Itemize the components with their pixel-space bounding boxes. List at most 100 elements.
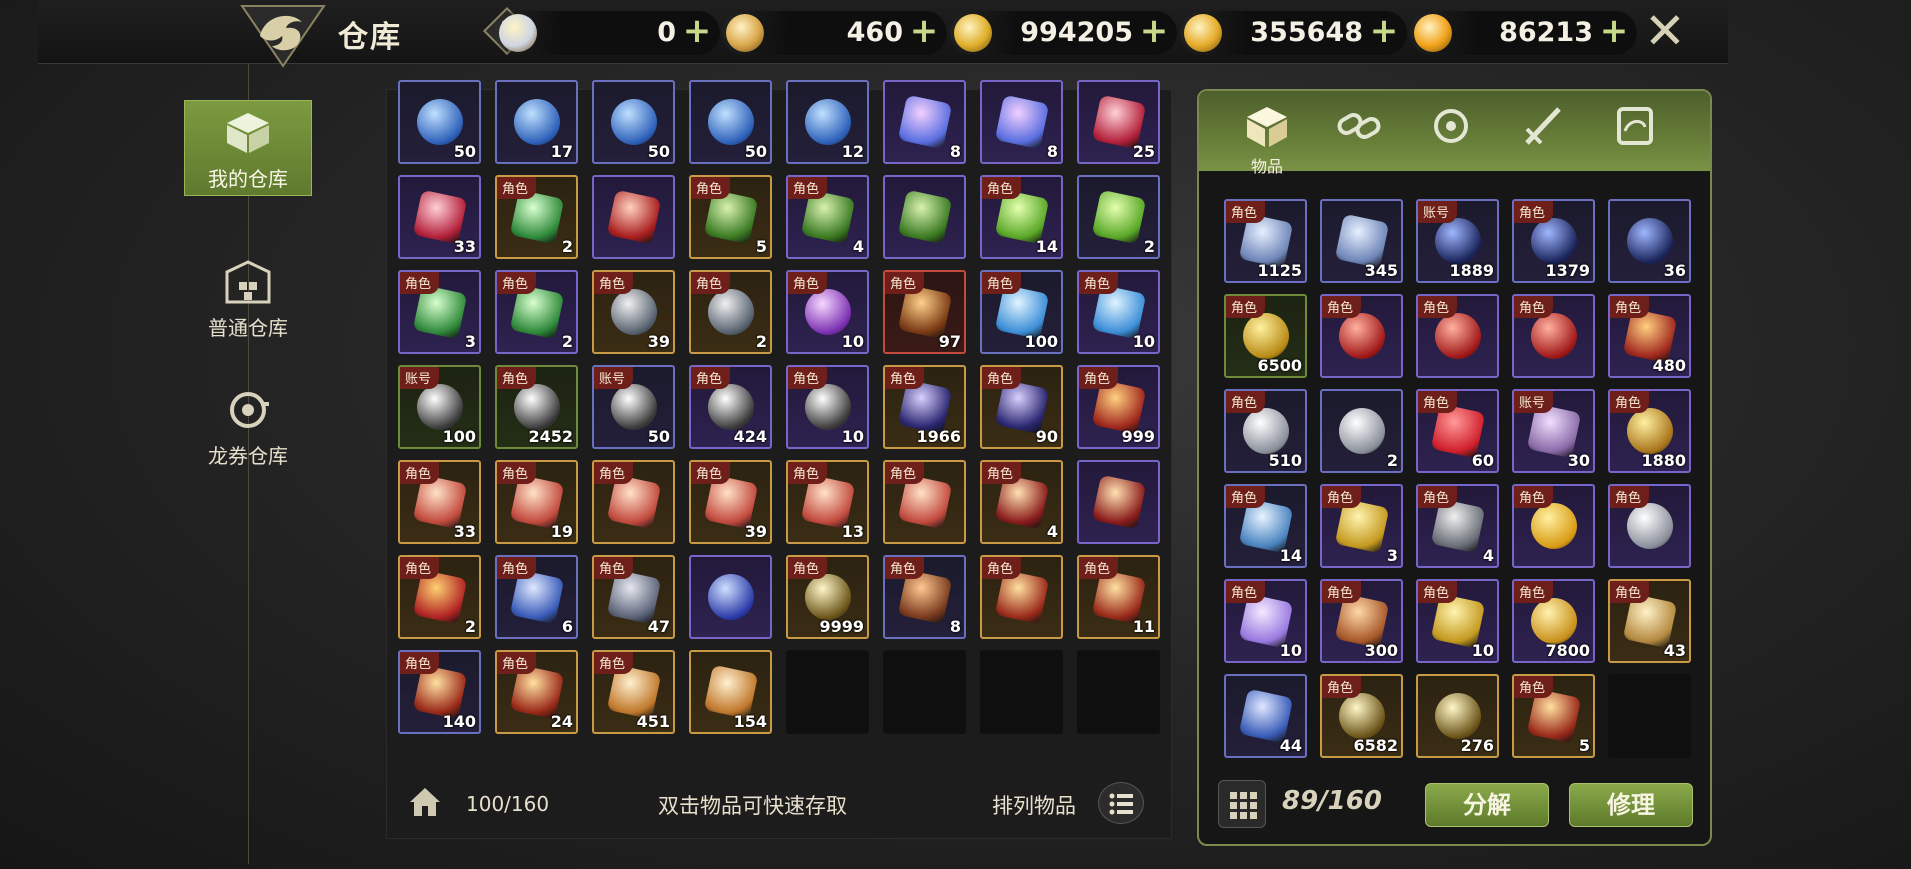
- item-slot[interactable]: 2: [1077, 175, 1160, 259]
- item-slot[interactable]: 角色 5: [1512, 674, 1595, 758]
- item-slot[interactable]: 角色 33: [398, 460, 481, 544]
- tab-weapon[interactable]: [1513, 101, 1573, 161]
- item-slot[interactable]: 角色 1880: [1608, 389, 1691, 473]
- item-slot[interactable]: 角色 97: [883, 270, 966, 354]
- item-slot[interactable]: 角色 1966: [883, 365, 966, 449]
- add-currency-button[interactable]: +: [1599, 14, 1629, 48]
- item-slot[interactable]: 角色: [1512, 294, 1595, 378]
- tab-scroll[interactable]: [1605, 101, 1665, 161]
- item-slot[interactable]: 角色 7800: [1512, 579, 1595, 663]
- repair-button[interactable]: 修理: [1569, 783, 1693, 827]
- item-slot[interactable]: 角色 424: [689, 365, 772, 449]
- item-slot[interactable]: 角色 39: [689, 460, 772, 544]
- item-slot[interactable]: 12: [786, 80, 869, 164]
- item-slot[interactable]: 角色 480: [1608, 294, 1691, 378]
- item-slot[interactable]: 44: [1224, 674, 1307, 758]
- item-slot[interactable]: 角色 10: [786, 365, 869, 449]
- home-icon[interactable]: [408, 786, 442, 818]
- item-slot[interactable]: 账号 100: [398, 365, 481, 449]
- item-slot[interactable]: 角色 451: [592, 650, 675, 734]
- sort-items-label[interactable]: 排列物品: [992, 790, 1076, 820]
- item-slot[interactable]: 角色 2: [495, 270, 578, 354]
- add-currency-button[interactable]: +: [909, 14, 939, 48]
- item-slot[interactable]: 角色: [980, 555, 1063, 639]
- item-slot[interactable]: 17: [495, 80, 578, 164]
- item-slot[interactable]: 角色 510: [1224, 389, 1307, 473]
- item-slot[interactable]: 角色 24: [495, 650, 578, 734]
- item-slot[interactable]: 角色 9999: [786, 555, 869, 639]
- decompose-button[interactable]: 分解: [1425, 783, 1549, 827]
- item-slot[interactable]: 50: [592, 80, 675, 164]
- item-slot[interactable]: 角色 100: [980, 270, 1063, 354]
- item-slot[interactable]: 角色 1125: [1224, 199, 1307, 283]
- item-slot[interactable]: [1077, 460, 1160, 544]
- item-slot[interactable]: [883, 175, 966, 259]
- item-slot[interactable]: 角色 19: [495, 460, 578, 544]
- add-currency-button[interactable]: +: [1369, 14, 1399, 48]
- item-slot[interactable]: 角色 999: [1077, 365, 1160, 449]
- item-slot[interactable]: 角色 10: [1077, 270, 1160, 354]
- tab-refresh[interactable]: [1421, 101, 1481, 161]
- item-slot[interactable]: 角色 10: [1416, 579, 1499, 663]
- item-slot[interactable]: 角色 90: [980, 365, 1063, 449]
- item-slot[interactable]: 角色 3: [398, 270, 481, 354]
- item-slot[interactable]: 33: [398, 175, 481, 259]
- item-slot[interactable]: 角色 11: [1077, 555, 1160, 639]
- item-slot[interactable]: 角色 14: [980, 175, 1063, 259]
- item-slot[interactable]: 8: [980, 80, 1063, 164]
- item-slot[interactable]: 角色 60: [1416, 389, 1499, 473]
- item-slot[interactable]: 154: [689, 650, 772, 734]
- item-slot[interactable]: 角色 300: [1320, 579, 1403, 663]
- item-slot[interactable]: 角色 3: [1320, 484, 1403, 568]
- item-slot[interactable]: 50: [398, 80, 481, 164]
- item-slot[interactable]: 角色 2: [689, 270, 772, 354]
- item-slot[interactable]: 36: [1608, 199, 1691, 283]
- item-slot[interactable]: 角色 2452: [495, 365, 578, 449]
- item-slot[interactable]: 角色: [1608, 484, 1691, 568]
- item-slot[interactable]: 角色 13: [786, 460, 869, 544]
- item-slot[interactable]: 角色: [1320, 294, 1403, 378]
- item-slot[interactable]: 角色 6: [495, 555, 578, 639]
- item-slot[interactable]: 角色 39: [592, 270, 675, 354]
- item-slot[interactable]: 角色 4: [786, 175, 869, 259]
- item-slot[interactable]: 角色 43: [1608, 579, 1691, 663]
- nav-my-warehouse[interactable]: 我的仓库: [184, 100, 312, 196]
- nav-dragon-warehouse[interactable]: 龙券仓库: [184, 378, 312, 474]
- item-slot[interactable]: 角色 4: [980, 460, 1063, 544]
- item-slot[interactable]: 50: [689, 80, 772, 164]
- item-slot[interactable]: 账号 30: [1512, 389, 1595, 473]
- item-slot[interactable]: 角色 2: [495, 175, 578, 259]
- item-slot[interactable]: 345: [1320, 199, 1403, 283]
- item-slot[interactable]: 角色 8: [883, 555, 966, 639]
- item-slot[interactable]: 8: [883, 80, 966, 164]
- item-slot[interactable]: 角色 10: [786, 270, 869, 354]
- grid-view-button[interactable]: [1218, 780, 1266, 828]
- item-slot[interactable]: 25: [1077, 80, 1160, 164]
- item-slot[interactable]: 角色: [1512, 484, 1595, 568]
- item-slot[interactable]: 账号 50: [592, 365, 675, 449]
- item-slot[interactable]: 角色: [883, 460, 966, 544]
- item-slot[interactable]: 角色 2: [398, 555, 481, 639]
- item-slot[interactable]: 276: [1416, 674, 1499, 758]
- add-currency-button[interactable]: +: [1139, 14, 1169, 48]
- item-slot[interactable]: 角色: [1416, 294, 1499, 378]
- item-slot[interactable]: 角色: [592, 460, 675, 544]
- item-slot[interactable]: [592, 175, 675, 259]
- item-slot[interactable]: [689, 555, 772, 639]
- item-slot[interactable]: 角色 1379: [1512, 199, 1595, 283]
- item-slot[interactable]: 角色 6500: [1224, 294, 1307, 378]
- item-slot[interactable]: 角色 47: [592, 555, 675, 639]
- tab-link[interactable]: [1329, 101, 1389, 161]
- item-slot[interactable]: 账号 1889: [1416, 199, 1499, 283]
- item-slot[interactable]: 角色 10: [1224, 579, 1307, 663]
- tab-items[interactable]: 物品: [1237, 101, 1297, 176]
- item-slot[interactable]: 2: [1320, 389, 1403, 473]
- item-slot[interactable]: 角色 5: [689, 175, 772, 259]
- item-slot[interactable]: 角色 14: [1224, 484, 1307, 568]
- close-icon[interactable]: ✕: [1640, 6, 1690, 56]
- item-slot[interactable]: 角色 140: [398, 650, 481, 734]
- add-currency-button[interactable]: +: [682, 14, 712, 48]
- sort-list-button[interactable]: [1098, 782, 1144, 824]
- item-slot[interactable]: 角色 4: [1416, 484, 1499, 568]
- nav-normal-warehouse[interactable]: 普通仓库: [184, 250, 312, 346]
